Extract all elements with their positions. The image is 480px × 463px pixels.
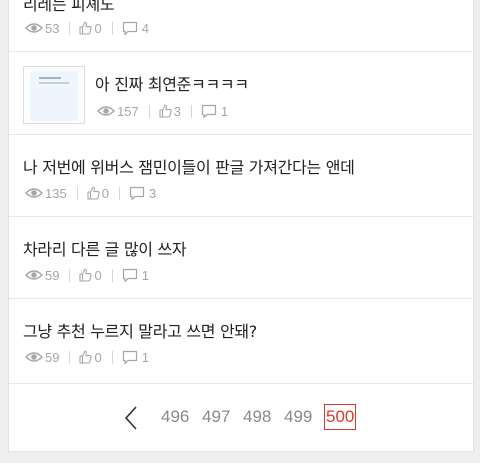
prev-page-button[interactable] xyxy=(121,404,143,432)
post-list-panel: 리레는 피셰노 53 0 4 아 진짜 최연준ㅋㅋㅋㅋ 157 3 1 나 저번… xyxy=(8,0,474,452)
page-link-499[interactable]: 499 xyxy=(284,407,312,427)
post-stats: 59 0 1 xyxy=(25,267,149,283)
like-count-value: 3 xyxy=(173,103,181,119)
view-count-value: 157 xyxy=(117,103,139,119)
thumbs-up-icon xyxy=(79,268,93,282)
comment-count: 1 xyxy=(122,350,149,365)
view-count-value: 59 xyxy=(45,349,60,365)
thumbs-up-icon xyxy=(79,350,93,364)
speech-bubble-icon xyxy=(122,268,137,282)
like-count: 3 xyxy=(159,104,181,119)
list-item[interactable]: 그냥 추천 누르지 말라고 쓰면 안돼? 59 0 1 xyxy=(9,299,473,384)
view-count: 59 xyxy=(25,350,59,365)
current-page-500[interactable]: 500 xyxy=(324,404,357,430)
list-item[interactable]: 아 진짜 최연준ㅋㅋㅋㅋ 157 3 1 xyxy=(9,52,473,135)
like-count-value: 0 xyxy=(101,185,109,201)
speech-bubble-icon xyxy=(201,104,217,118)
page-link-498[interactable]: 498 xyxy=(243,407,271,427)
pagination: 496 497 498 499 500 xyxy=(9,384,473,451)
post-stats: 157 3 1 xyxy=(97,103,228,119)
divider xyxy=(111,21,113,35)
eye-icon xyxy=(25,188,43,198)
post-title[interactable]: 차라리 다른 글 많이 쓰자 xyxy=(23,236,187,260)
post-title[interactable]: 나 저번에 위버스 잼민이들이 판글 가져간다는 앤데 xyxy=(23,154,355,178)
comment-count-value: 3 xyxy=(148,185,157,201)
thumbs-up-icon xyxy=(79,21,93,35)
speech-bubble-icon xyxy=(129,186,145,200)
thumbnail-line xyxy=(39,82,69,84)
post-stats: 53 0 4 xyxy=(25,20,149,36)
eye-icon xyxy=(25,352,43,362)
divider xyxy=(76,186,78,200)
like-count: 0 xyxy=(79,349,102,365)
divider xyxy=(69,350,71,364)
like-count-value: 0 xyxy=(94,267,102,283)
view-count: 59 xyxy=(25,268,59,283)
speech-bubble-icon xyxy=(122,21,137,35)
eye-icon xyxy=(25,23,43,33)
like-count: 0 xyxy=(87,186,109,201)
post-thumbnail[interactable] xyxy=(23,66,85,124)
post-stats: 59 0 1 xyxy=(25,349,149,365)
like-count-value: 0 xyxy=(94,20,102,36)
thumbs-up-icon xyxy=(87,186,100,200)
divider xyxy=(118,186,120,200)
post-title[interactable]: 그냥 추천 누르지 말라고 쓰면 안돼? xyxy=(23,318,257,342)
view-count-value: 53 xyxy=(45,20,60,36)
list-item[interactable]: 나 저번에 위버스 잼민이들이 판글 가져간다는 앤데 135 0 3 xyxy=(9,135,473,217)
post-title[interactable]: 아 진짜 최연준ㅋㅋㅋㅋ xyxy=(95,71,249,95)
divider xyxy=(111,350,113,364)
eye-icon xyxy=(97,106,115,116)
speech-bubble-icon xyxy=(122,350,137,364)
page-link-497[interactable]: 497 xyxy=(202,407,230,427)
divider xyxy=(69,268,71,282)
divider xyxy=(111,268,113,282)
view-count: 135 xyxy=(25,186,67,201)
divider xyxy=(190,104,192,118)
like-count-value: 0 xyxy=(94,349,102,365)
list-item[interactable]: 차라리 다른 글 많이 쓰자 59 0 1 xyxy=(9,217,473,299)
comment-count-value: 1 xyxy=(141,349,149,365)
chevron-left-icon xyxy=(124,406,137,430)
like-count: 0 xyxy=(79,267,102,283)
comment-count: 4 xyxy=(122,21,149,36)
view-count-value: 135 xyxy=(45,185,67,201)
thumbnail-line xyxy=(39,77,61,79)
comment-count-value: 1 xyxy=(141,267,149,283)
thumbs-up-icon xyxy=(159,104,172,118)
comment-count: 1 xyxy=(201,104,228,119)
list-item[interactable]: 리레는 피셰노 53 0 4 xyxy=(9,0,473,52)
divider xyxy=(69,21,71,35)
comment-count-value: 1 xyxy=(220,103,229,119)
view-count: 53 xyxy=(25,21,59,36)
comment-count: 3 xyxy=(129,186,156,201)
view-count-value: 59 xyxy=(45,267,60,283)
page-link-496[interactable]: 496 xyxy=(161,407,189,427)
like-count: 0 xyxy=(79,20,102,36)
view-count: 157 xyxy=(97,104,139,119)
divider xyxy=(148,104,150,118)
comment-count: 1 xyxy=(122,268,149,283)
thumbnail-image xyxy=(30,71,78,121)
post-stats: 135 0 3 xyxy=(25,185,156,201)
eye-icon xyxy=(25,270,43,280)
post-title[interactable]: 리레는 피셰노 xyxy=(23,0,115,15)
comment-count-value: 4 xyxy=(141,20,149,36)
